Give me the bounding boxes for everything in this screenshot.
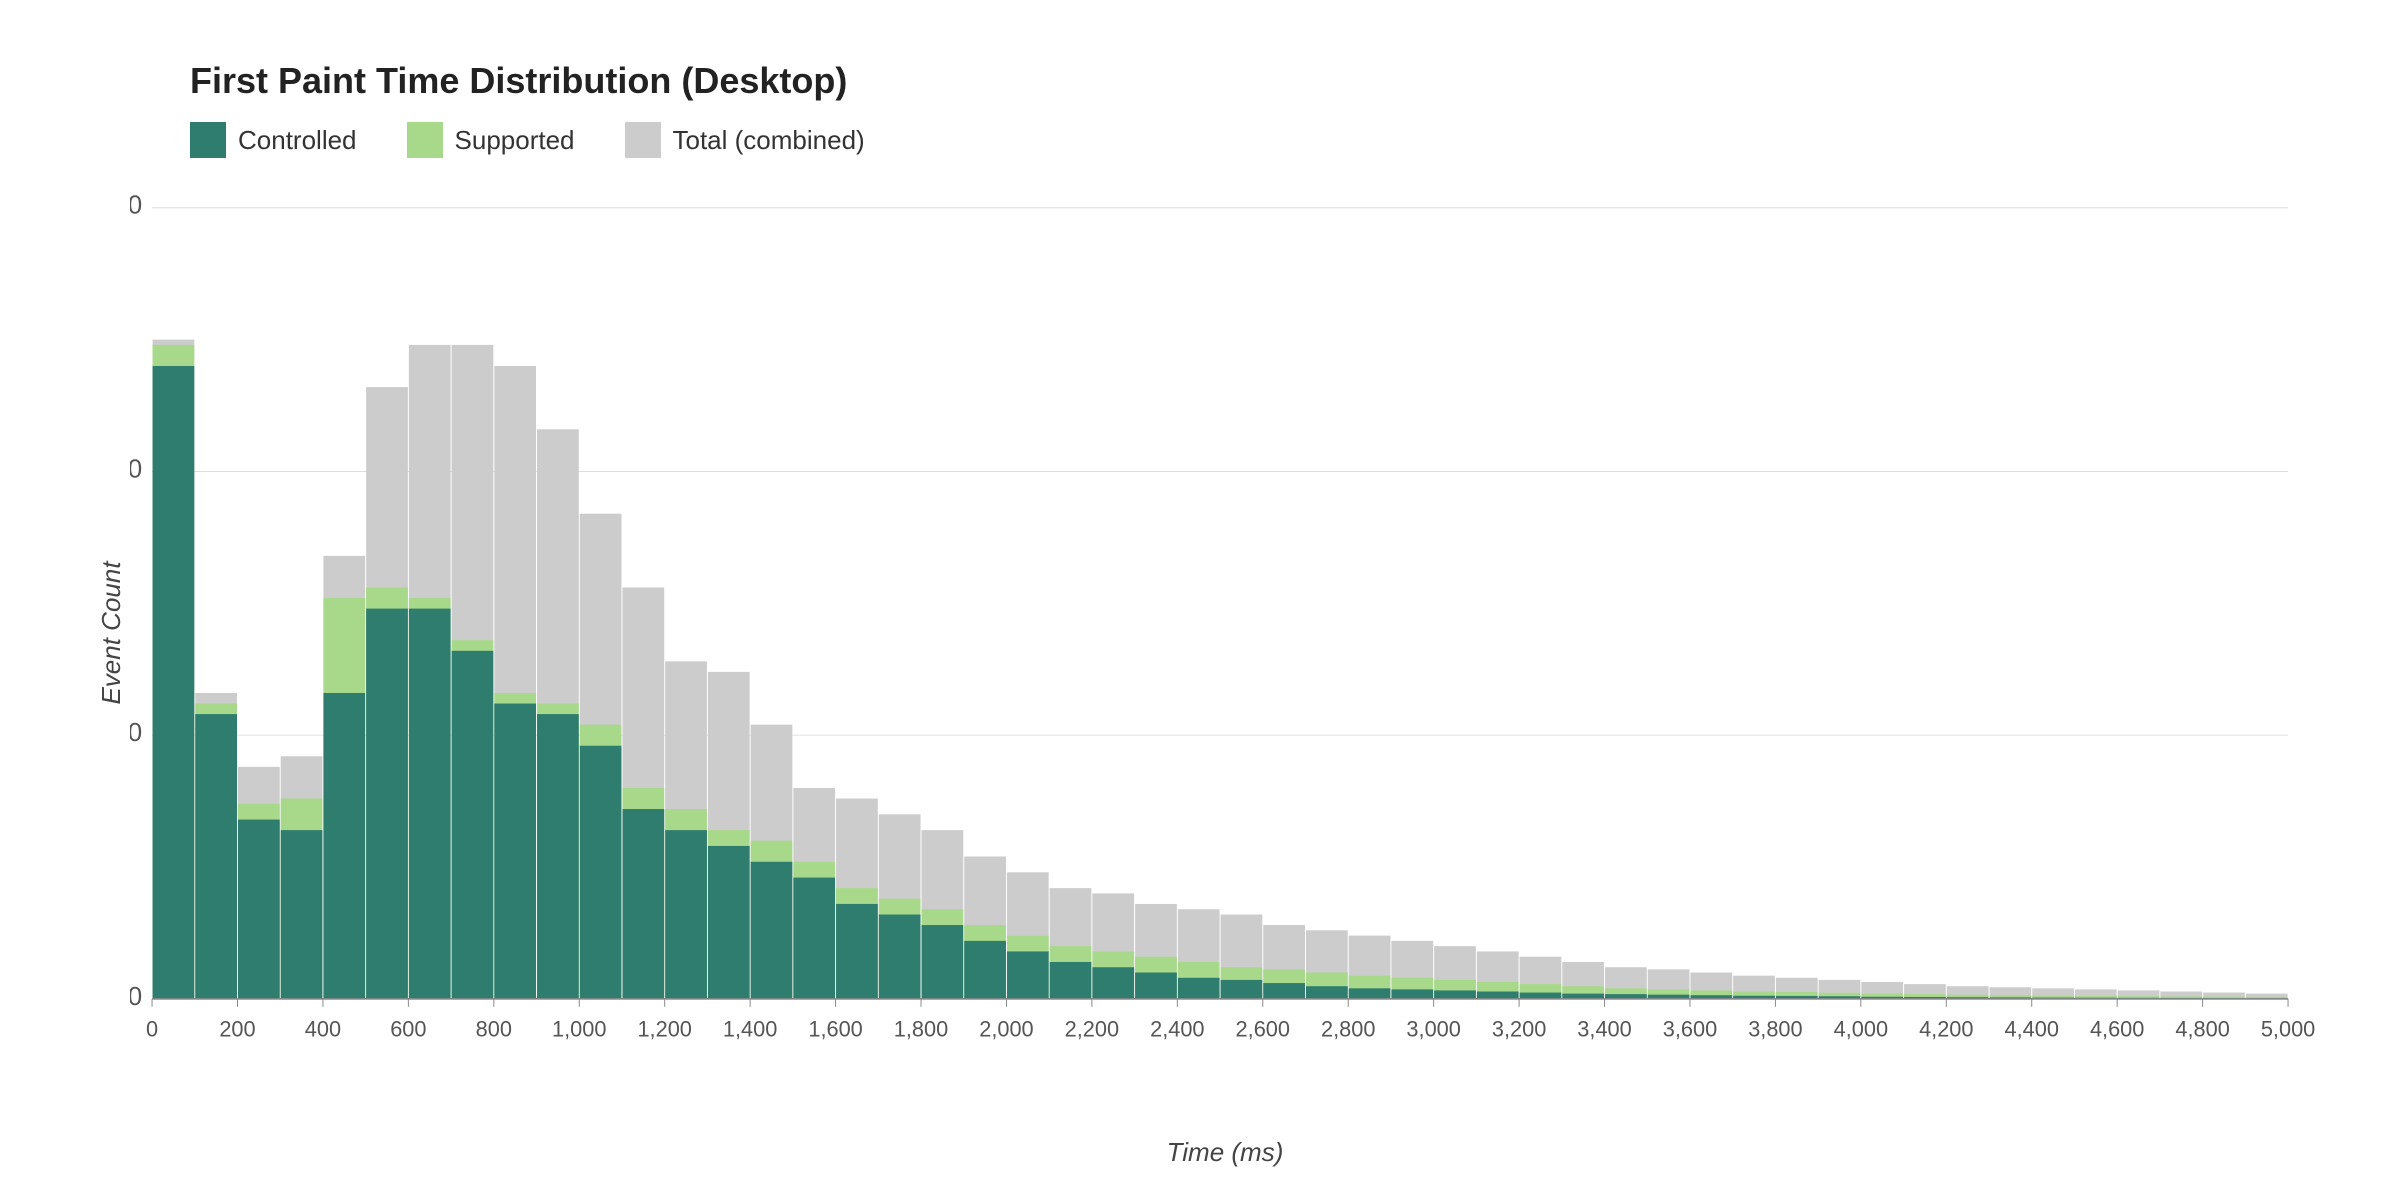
controlled-swatch bbox=[190, 122, 226, 158]
legend-item-supported: Supported bbox=[407, 122, 575, 158]
svg-text:2,400: 2,400 bbox=[1150, 1016, 1204, 1041]
supported-swatch bbox=[407, 122, 443, 158]
total-swatch bbox=[625, 122, 661, 158]
main-chart-svg: 0 25,000 50,000 75,000 0 200 400 600 800 1,000 1,2… bbox=[130, 188, 2320, 1078]
svg-text:2,200: 2,200 bbox=[1065, 1016, 1119, 1041]
legend-label-controlled: Controlled bbox=[238, 125, 357, 156]
svg-text:2,600: 2,600 bbox=[1236, 1016, 1290, 1041]
svg-text:4,800: 4,800 bbox=[2175, 1016, 2229, 1041]
svg-text:4,600: 4,600 bbox=[2090, 1016, 2144, 1041]
svg-text:800: 800 bbox=[476, 1016, 512, 1041]
svg-text:1,600: 1,600 bbox=[808, 1016, 862, 1041]
svg-text:2,000: 2,000 bbox=[979, 1016, 1033, 1041]
svg-text:4,000: 4,000 bbox=[1834, 1016, 1888, 1041]
svg-text:2,800: 2,800 bbox=[1321, 1016, 1375, 1041]
chart-area: Event Count Time (ms) 025,00050,00075,00… bbox=[130, 188, 2320, 1078]
svg-text:200: 200 bbox=[219, 1016, 255, 1041]
svg-text:1,800: 1,800 bbox=[894, 1016, 948, 1041]
svg-text:600: 600 bbox=[390, 1016, 426, 1041]
legend-item-total: Total (combined) bbox=[625, 122, 865, 158]
svg-text:3,800: 3,800 bbox=[1748, 1016, 1802, 1041]
svg-text:25,000: 25,000 bbox=[130, 719, 142, 747]
svg-text:3,200: 3,200 bbox=[1492, 1016, 1546, 1041]
svg-text:1,000: 1,000 bbox=[552, 1016, 606, 1041]
legend-label-supported: Supported bbox=[455, 125, 575, 156]
legend-label-total: Total (combined) bbox=[673, 125, 865, 156]
svg-text:5,000: 5,000 bbox=[2261, 1016, 2315, 1041]
legend-item-controlled: Controlled bbox=[190, 122, 357, 158]
chart-container: First Paint Time Distribution (Desktop) … bbox=[0, 0, 2400, 1200]
svg-text:3,400: 3,400 bbox=[1577, 1016, 1631, 1041]
svg-text:3,000: 3,000 bbox=[1406, 1016, 1460, 1041]
svg-text:400: 400 bbox=[305, 1016, 341, 1041]
svg-text:3,600: 3,600 bbox=[1663, 1016, 1717, 1041]
svg-text:4,400: 4,400 bbox=[2005, 1016, 2059, 1041]
x-axis-label: Time (ms) bbox=[1167, 1137, 1284, 1168]
svg-text:75,000: 75,000 bbox=[130, 192, 142, 220]
svg-text:1,400: 1,400 bbox=[723, 1016, 777, 1041]
chart-title: First Paint Time Distribution (Desktop) bbox=[190, 60, 2320, 102]
y-axis-label: Event Count bbox=[96, 561, 127, 704]
svg-text:0: 0 bbox=[146, 1016, 158, 1041]
svg-text:4,200: 4,200 bbox=[1919, 1016, 1973, 1041]
svg-text:0: 0 bbox=[130, 983, 142, 1011]
svg-text:1,200: 1,200 bbox=[637, 1016, 691, 1041]
chart-legend: Controlled Supported Total (combined) bbox=[190, 122, 2320, 158]
svg-text:50,000: 50,000 bbox=[130, 455, 142, 483]
